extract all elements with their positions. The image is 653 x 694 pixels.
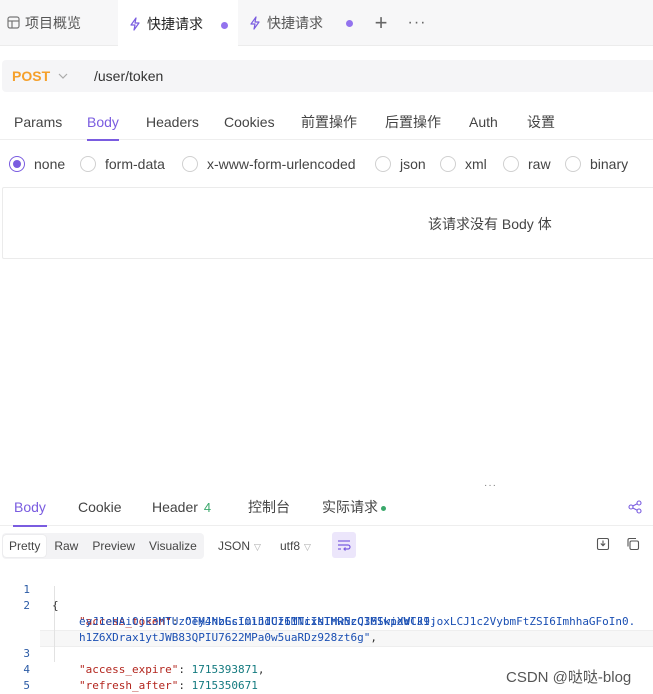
radio-binary[interactable]: binary (565, 150, 628, 178)
chevron-down-icon[interactable] (58, 71, 88, 82)
radio-label: x-www-form-urlencoded (207, 156, 356, 172)
tab-label: 快捷请求 (267, 14, 323, 31)
add-tab-button[interactable]: + (363, 10, 399, 36)
code-line: 1 { (0, 566, 653, 612)
tab-cookies[interactable]: Cookies (224, 104, 275, 140)
response-tab-label: 实际请求 (322, 499, 378, 515)
method-select[interactable]: POST (12, 68, 50, 84)
line-number: 5 (23, 679, 30, 692)
tab-params[interactable]: Params (14, 104, 62, 140)
radio-label: form-data (105, 156, 165, 172)
code-text: "refresh_after": 1715350671 (79, 679, 258, 692)
unsaved-dot (346, 19, 353, 27)
view-mode-preview[interactable]: Preview (86, 535, 141, 557)
radio-label: xml (465, 156, 487, 172)
response-tabs: Body Cookie Header 4 控制台 实际请求 (0, 488, 653, 527)
download-icon[interactable] (596, 537, 612, 553)
radio-indicator (565, 156, 581, 172)
status-dot (381, 505, 386, 511)
code-line-wrapped: eyJ1eHAiOjE3MTUzOTM4NzEsImlhdCI6MTcxNTMw… (0, 598, 653, 628)
tab-post-processors[interactable]: 后置操作 (385, 104, 441, 140)
radio-label: none (34, 156, 66, 172)
tab-auth[interactable]: Auth (469, 104, 498, 140)
lightning-icon (248, 15, 262, 30)
tab-pre-processors[interactable]: 前置操作 (301, 104, 357, 140)
radio-json[interactable]: json (375, 150, 426, 178)
radio-label: raw (528, 156, 551, 172)
encoding-select[interactable]: utf8 ▽ (280, 533, 311, 559)
tab-body[interactable]: Body (87, 104, 119, 141)
more-tabs-button[interactable]: ··· (399, 14, 435, 32)
response-tab-body[interactable]: Body (13, 488, 47, 527)
response-tab-header[interactable]: Header 4 (152, 488, 211, 526)
header-count-badge: 4 (203, 500, 212, 515)
unsaved-dot (221, 21, 228, 29)
radio-label: binary (590, 156, 629, 172)
radio-indicator (9, 156, 25, 172)
radio-form-data[interactable]: form-data (80, 150, 165, 178)
response-body-viewer[interactable]: 1 { 2 "access_token": "eyJhbGciOiJIUzI1N… (0, 566, 653, 692)
view-mode-group: Pretty Raw Preview Visualize (2, 533, 204, 559)
json-number: 1715350671 (191, 679, 258, 692)
empty-body-message: 该请求没有 Body 体 (428, 216, 552, 232)
radio-x-www-form-urlencoded[interactable]: x-www-form-urlencoded (182, 150, 356, 178)
chevron-down-icon: ▽ (254, 542, 261, 552)
format-value: JSON (218, 539, 251, 553)
view-mode-raw[interactable]: Raw (48, 535, 84, 557)
response-toolbar: Pretty Raw Preview Visualize JSON ▽ utf8 ▽ (0, 532, 653, 562)
request-tabs: Params Body Headers Cookies 前置操作 后置操作 Au… (0, 104, 653, 141)
response-tab-console[interactable]: 控制台 (248, 488, 290, 526)
copy-icon[interactable] (626, 537, 642, 553)
code-line-wrapped: h1Z6XDrax1ytJWB83QPIU7622MPa0w5uaRDz928z… (0, 614, 653, 644)
radio-label: json (400, 156, 426, 172)
tab-label: 项目概览 (25, 14, 81, 31)
radio-raw[interactable]: raw (503, 150, 551, 178)
response-tab-cookie[interactable]: Cookie (78, 488, 122, 526)
url-bar: POST /user/token (2, 60, 653, 92)
json-key: "refresh_after" (79, 679, 179, 692)
radio-indicator (503, 156, 519, 172)
chevron-down-icon: ▽ (304, 542, 311, 552)
radio-indicator (80, 156, 96, 172)
body-editor-empty (2, 187, 653, 259)
wrap-lines-icon[interactable] (332, 532, 356, 558)
response-tab-label: Header (152, 499, 198, 515)
format-select[interactable]: JSON ▽ (218, 533, 261, 559)
code-line: 3 "access_expire": 1715393871, (0, 630, 653, 676)
code-line: 2 "access_token": "eyJhbGciOiJIUzI1NiIsI… (0, 582, 653, 628)
tab-quick-request-active[interactable]: 快捷请求 (118, 0, 238, 46)
url-input[interactable]: /user/token (94, 68, 163, 84)
code-line: 4 "refresh_after": 1715350671 (0, 646, 653, 692)
radio-xml[interactable]: xml (440, 150, 487, 178)
encoding-value: utf8 (280, 539, 301, 553)
radio-indicator (440, 156, 456, 172)
radio-none[interactable]: none (9, 150, 65, 178)
tab-settings[interactable]: 设置 (527, 104, 555, 140)
tab-label: 快捷请求 (147, 15, 203, 32)
body-type-radio-group: none form-data x-www-form-urlencoded jso… (0, 150, 653, 178)
overview-icon (6, 16, 20, 30)
watermark: CSDN @哒哒-blog (506, 669, 632, 686)
tab-project-overview[interactable]: 项目概览 (0, 0, 118, 46)
view-mode-visualize[interactable]: Visualize (143, 535, 203, 557)
share-icon[interactable] (628, 500, 648, 516)
view-mode-pretty[interactable]: Pretty (3, 535, 47, 557)
tab-quick-request[interactable]: 快捷请求 (238, 0, 363, 46)
tab-headers[interactable]: Headers (146, 104, 199, 140)
radio-indicator (375, 156, 391, 172)
response-tab-actual-request[interactable]: 实际请求 (322, 488, 386, 526)
tab-bar: 项目概览 快捷请求 快捷请求 + ··· (0, 0, 653, 46)
radio-indicator (182, 156, 198, 172)
lightning-icon (128, 16, 142, 31)
